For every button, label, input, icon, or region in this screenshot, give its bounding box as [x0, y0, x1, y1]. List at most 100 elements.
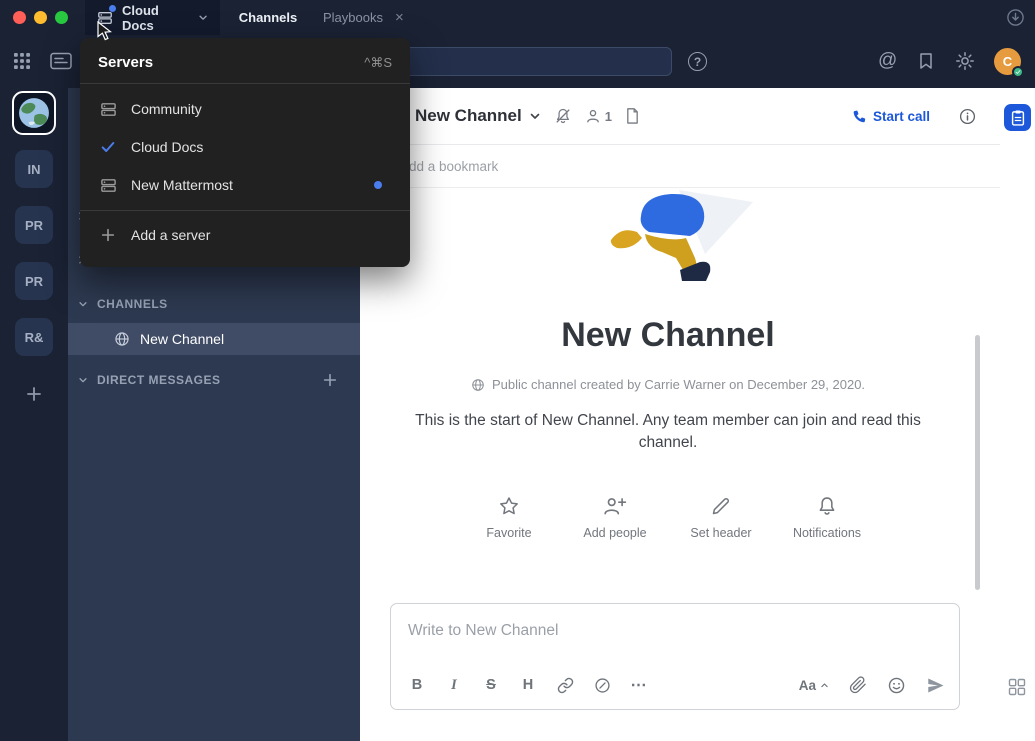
action-label: Add people [583, 526, 646, 540]
channel-intro-illustration [583, 190, 753, 292]
online-status-badge [1012, 66, 1024, 78]
globe-icon [114, 331, 130, 347]
content-scrollbar[interactable] [975, 335, 980, 590]
menu-item-new-mattermost[interactable]: New Mattermost [80, 166, 410, 204]
download-icon[interactable] [1006, 8, 1025, 27]
mouse-cursor [97, 21, 113, 43]
main-content: New Channel 1 Start call Add a bookmark … [360, 88, 1000, 741]
format-toggle-button[interactable]: Aa [799, 678, 829, 693]
user-avatar[interactable]: C [994, 48, 1021, 75]
tab-channels[interactable]: Channels [228, 0, 308, 35]
menu-item-community[interactable]: Community [80, 90, 410, 128]
team-item[interactable]: PR [15, 206, 53, 244]
add-server-button[interactable]: Add a server [80, 211, 410, 259]
unread-dot [374, 181, 382, 189]
product-switcher-icon[interactable] [13, 52, 31, 70]
saved-posts-icon[interactable] [918, 52, 934, 70]
bookmark-bar[interactable]: Add a bookmark [360, 145, 1000, 188]
servers-menu-header: Servers ^⌘S [80, 38, 410, 83]
emoji-icon[interactable] [887, 676, 906, 695]
tab-playbooks[interactable]: Playbooks × [323, 0, 404, 35]
muted-bell-icon[interactable] [554, 107, 572, 125]
minimize-window-button[interactable] [34, 11, 47, 24]
set-header-button[interactable]: Set header [686, 495, 756, 540]
team-item[interactable]: IN [15, 150, 53, 188]
favorite-button[interactable]: Favorite [474, 495, 544, 540]
phone-icon [851, 109, 866, 124]
add-team-button[interactable] [15, 375, 53, 413]
start-call-label: Start call [873, 109, 930, 124]
help-icon[interactable]: ? [688, 52, 707, 71]
heading-button[interactable]: H [516, 677, 540, 693]
start-call-button[interactable]: Start call [851, 109, 930, 124]
team-initials: R& [25, 330, 44, 345]
channel-menu-chevron-icon[interactable] [529, 110, 541, 122]
channel-name: New Channel [140, 331, 224, 347]
server-selector-label: Cloud Docs [122, 3, 189, 33]
star-icon [498, 495, 520, 517]
channels-category-header[interactable]: CHANNELS [68, 290, 360, 318]
bold-button[interactable]: B [405, 677, 429, 693]
close-tab-icon[interactable]: × [395, 10, 404, 25]
action-label: Set header [690, 526, 751, 540]
team-item[interactable]: PR [15, 262, 53, 300]
channels-product-icon[interactable] [50, 52, 72, 70]
format-toggle-label: Aa [799, 678, 816, 693]
check-icon [98, 139, 118, 155]
servers-menu: Servers ^⌘S Community Cloud Docs New Mat… [80, 38, 410, 267]
channels-category-label: CHANNELS [97, 297, 168, 311]
earth-avatar [18, 97, 50, 129]
close-window-button[interactable] [13, 11, 26, 24]
servers-menu-title: Servers [98, 54, 153, 71]
add-people-button[interactable]: Add people [580, 495, 650, 540]
search-input[interactable] [395, 47, 672, 76]
settings-gear-icon[interactable] [955, 51, 975, 71]
add-bookmark-label[interactable]: Add a bookmark [400, 159, 498, 174]
notifications-button[interactable]: Notifications [792, 495, 862, 540]
member-count: 1 [605, 109, 612, 124]
add-server-label: Add a server [131, 227, 210, 243]
person-plus-icon [603, 495, 627, 517]
channel-intro-actions: Favorite Add people Set header Notificat… [474, 495, 862, 540]
dm-category-label: DIRECT MESSAGES [97, 373, 221, 387]
attach-file-icon[interactable] [849, 676, 867, 694]
more-formatting-icon[interactable]: ⋯ [627, 675, 651, 695]
members-button[interactable]: 1 [585, 108, 612, 124]
add-dm-icon[interactable] [322, 372, 338, 388]
bell-icon [816, 495, 838, 517]
team-initials: PR [25, 218, 43, 233]
team-initials: PR [25, 274, 43, 289]
italic-button[interactable]: I [442, 677, 466, 694]
pinned-files-icon[interactable] [625, 107, 640, 125]
servers-menu-shortcut: ^⌘S [364, 55, 392, 71]
channel-intro-byline: Public channel created by Carrie Warner … [471, 377, 865, 392]
menu-item-cloud-docs[interactable]: Cloud Docs [80, 128, 410, 166]
team-initials: IN [28, 162, 41, 177]
channel-title[interactable]: New Channel [415, 106, 522, 126]
message-composer[interactable]: Write to New Channel B I S H ⋯ Aa [390, 603, 960, 710]
channel-intro: New Channel Public channel created by Ca… [360, 188, 976, 603]
channel-created-text: Public channel created by Carrie Warner … [492, 377, 865, 392]
send-message-icon[interactable] [926, 676, 945, 695]
strikethrough-button[interactable]: S [479, 677, 503, 693]
fullscreen-window-button[interactable] [55, 11, 68, 24]
chevron-icon [78, 375, 88, 385]
channel-intro-description: This is the start of New Channel. Any te… [396, 410, 941, 455]
tab-playbooks-label: Playbooks [323, 10, 383, 25]
dm-category-header[interactable]: DIRECT MESSAGES [68, 366, 360, 394]
mentions-icon[interactable]: @ [878, 50, 897, 72]
link-icon[interactable] [553, 677, 577, 694]
titlebar: Cloud Docs Channels Playbooks × [0, 0, 1035, 35]
channel-info-icon[interactable] [959, 108, 976, 125]
message-input-placeholder[interactable]: Write to New Channel [408, 622, 558, 640]
globe-icon [471, 378, 485, 392]
apps-grid-icon[interactable] [1008, 678, 1026, 696]
sidebar-item-new-channel[interactable]: New Channel [68, 323, 360, 355]
member-icon [585, 108, 601, 124]
boards-app-icon[interactable] [1004, 104, 1031, 131]
team-item-active[interactable] [12, 91, 56, 135]
window-controls [13, 11, 68, 24]
slash-circle-icon[interactable] [590, 677, 614, 694]
channel-header: New Channel 1 Start call [360, 88, 1000, 145]
team-item[interactable]: R& [15, 318, 53, 356]
